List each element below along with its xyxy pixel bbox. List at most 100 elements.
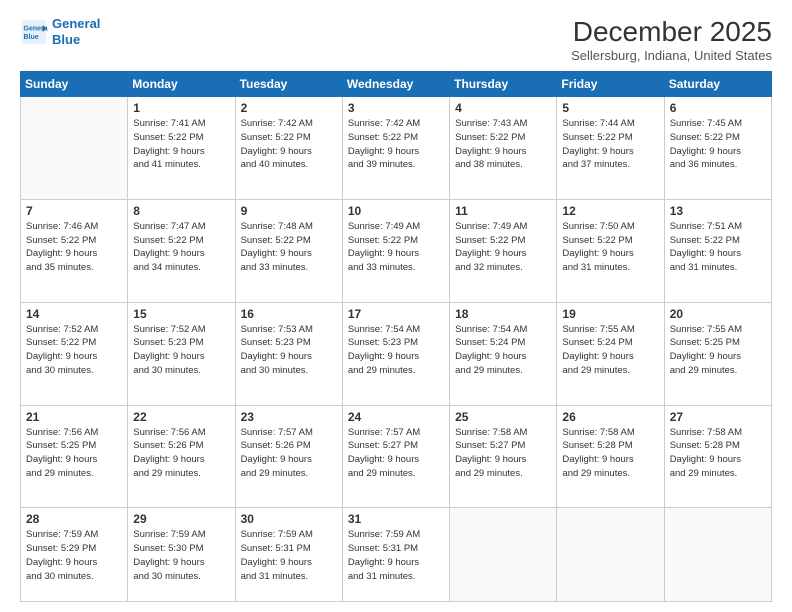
calendar-cell: 25 Sunrise: 7:58 AMSunset: 5:27 PMDayligh…: [450, 405, 557, 508]
column-header-wednesday: Wednesday: [342, 72, 449, 97]
day-number: 31: [348, 512, 444, 526]
calendar-cell: 31 Sunrise: 7:59 AMSunset: 5:31 PMDayligh…: [342, 508, 449, 602]
day-info: Sunrise: 7:44 AMSunset: 5:22 PMDaylight:…: [562, 117, 658, 172]
day-number: 20: [670, 307, 766, 321]
column-header-thursday: Thursday: [450, 72, 557, 97]
day-info: Sunrise: 7:59 AMSunset: 5:31 PMDaylight:…: [348, 528, 444, 583]
column-header-friday: Friday: [557, 72, 664, 97]
calendar-cell: 26 Sunrise: 7:58 AMSunset: 5:28 PMDayligh…: [557, 405, 664, 508]
calendar-cell: 30 Sunrise: 7:59 AMSunset: 5:31 PMDayligh…: [235, 508, 342, 602]
day-number: 13: [670, 204, 766, 218]
calendar-header-row: SundayMondayTuesdayWednesdayThursdayFrid…: [21, 72, 772, 97]
header: General Blue General Blue December 2025 …: [20, 16, 772, 63]
location: Sellersburg, Indiana, United States: [571, 48, 772, 63]
calendar-cell: 9 Sunrise: 7:48 AMSunset: 5:22 PMDaylight…: [235, 199, 342, 302]
week-row-1: 1Sunrise: 7:41 AMSunset: 5:22 PMDaylight…: [21, 97, 772, 200]
calendar-cell: 13 Sunrise: 7:51 AMSunset: 5:22 PMDayligh…: [664, 199, 771, 302]
day-info: Sunrise: 7:42 AMSunset: 5:22 PMDaylight:…: [241, 117, 337, 172]
day-number: 16: [241, 307, 337, 321]
day-number: 17: [348, 307, 444, 321]
week-row-5: 28Sunrise: 7:59 AMSunset: 5:29 PMDayligh…: [21, 508, 772, 602]
day-info: Sunrise: 7:46 AMSunset: 5:22 PMDaylight:…: [26, 220, 122, 275]
logo: General Blue General Blue: [20, 16, 100, 47]
day-info: Sunrise: 7:58 AMSunset: 5:28 PMDaylight:…: [670, 426, 766, 481]
day-info: Sunrise: 7:59 AMSunset: 5:31 PMDaylight:…: [241, 528, 337, 583]
day-info: Sunrise: 7:48 AMSunset: 5:22 PMDaylight:…: [241, 220, 337, 275]
svg-text:Blue: Blue: [24, 34, 39, 41]
day-info: Sunrise: 7:54 AMSunset: 5:23 PMDaylight:…: [348, 323, 444, 378]
day-info: Sunrise: 7:55 AMSunset: 5:24 PMDaylight:…: [562, 323, 658, 378]
day-info: Sunrise: 7:58 AMSunset: 5:28 PMDaylight:…: [562, 426, 658, 481]
week-row-3: 14 Sunrise: 7:52 AMSunset: 5:22 PMDayligh…: [21, 302, 772, 405]
day-info: Sunrise: 7:49 AMSunset: 5:22 PMDaylight:…: [348, 220, 444, 275]
logo-icon: General Blue: [20, 18, 48, 46]
day-number: 10: [348, 204, 444, 218]
calendar-cell: 20Sunrise: 7:55 AMSunset: 5:25 PMDayligh…: [664, 302, 771, 405]
calendar-cell: 4 Sunrise: 7:43 AMSunset: 5:22 PMDaylight…: [450, 97, 557, 200]
day-number: 8: [133, 204, 229, 218]
column-header-saturday: Saturday: [664, 72, 771, 97]
calendar-cell: 24Sunrise: 7:57 AMSunset: 5:27 PMDayligh…: [342, 405, 449, 508]
calendar-cell: [450, 508, 557, 602]
day-info: Sunrise: 7:52 AMSunset: 5:23 PMDaylight:…: [133, 323, 229, 378]
day-number: 6: [670, 101, 766, 115]
day-info: Sunrise: 7:57 AMSunset: 5:26 PMDaylight:…: [241, 426, 337, 481]
logo-line1: General: [52, 16, 100, 31]
calendar-cell: 17 Sunrise: 7:54 AMSunset: 5:23 PMDayligh…: [342, 302, 449, 405]
day-number: 29: [133, 512, 229, 526]
calendar-cell: 19 Sunrise: 7:55 AMSunset: 5:24 PMDayligh…: [557, 302, 664, 405]
day-info: Sunrise: 7:59 AMSunset: 5:30 PMDaylight:…: [133, 528, 229, 583]
day-number: 26: [562, 410, 658, 424]
day-number: 15: [133, 307, 229, 321]
calendar-cell: 10 Sunrise: 7:49 AMSunset: 5:22 PMDayligh…: [342, 199, 449, 302]
day-number: 11: [455, 204, 551, 218]
day-number: 30: [241, 512, 337, 526]
calendar-cell: 1Sunrise: 7:41 AMSunset: 5:22 PMDaylight…: [128, 97, 235, 200]
day-number: 2: [241, 101, 337, 115]
day-number: 5: [562, 101, 658, 115]
day-info: Sunrise: 7:42 AMSunset: 5:22 PMDaylight:…: [348, 117, 444, 172]
day-info: Sunrise: 7:52 AMSunset: 5:22 PMDaylight:…: [26, 323, 122, 378]
day-number: 28: [26, 512, 122, 526]
day-number: 19: [562, 307, 658, 321]
column-header-tuesday: Tuesday: [235, 72, 342, 97]
day-number: 4: [455, 101, 551, 115]
day-number: 27: [670, 410, 766, 424]
week-row-4: 21Sunrise: 7:56 AMSunset: 5:25 PMDayligh…: [21, 405, 772, 508]
day-info: Sunrise: 7:58 AMSunset: 5:27 PMDaylight:…: [455, 426, 551, 481]
column-header-sunday: Sunday: [21, 72, 128, 97]
day-info: Sunrise: 7:53 AMSunset: 5:23 PMDaylight:…: [241, 323, 337, 378]
day-number: 14: [26, 307, 122, 321]
calendar-cell: 16 Sunrise: 7:53 AMSunset: 5:23 PMDayligh…: [235, 302, 342, 405]
column-header-monday: Monday: [128, 72, 235, 97]
day-info: Sunrise: 7:56 AMSunset: 5:26 PMDaylight:…: [133, 426, 229, 481]
calendar-cell: [664, 508, 771, 602]
calendar-cell: 21Sunrise: 7:56 AMSunset: 5:25 PMDayligh…: [21, 405, 128, 508]
day-number: 21: [26, 410, 122, 424]
month-title: December 2025: [571, 16, 772, 48]
day-info: Sunrise: 7:50 AMSunset: 5:22 PMDaylight:…: [562, 220, 658, 275]
day-info: Sunrise: 7:51 AMSunset: 5:22 PMDaylight:…: [670, 220, 766, 275]
logo-line2: Blue: [52, 32, 80, 47]
day-number: 9: [241, 204, 337, 218]
calendar-table: SundayMondayTuesdayWednesdayThursdayFrid…: [20, 71, 772, 602]
calendar-cell: 22 Sunrise: 7:56 AMSunset: 5:26 PMDayligh…: [128, 405, 235, 508]
title-block: December 2025 Sellersburg, Indiana, Unit…: [571, 16, 772, 63]
day-info: Sunrise: 7:57 AMSunset: 5:27 PMDaylight:…: [348, 426, 444, 481]
calendar-cell: 6Sunrise: 7:45 AMSunset: 5:22 PMDaylight…: [664, 97, 771, 200]
calendar-cell: 2 Sunrise: 7:42 AMSunset: 5:22 PMDaylight…: [235, 97, 342, 200]
day-info: Sunrise: 7:49 AMSunset: 5:22 PMDaylight:…: [455, 220, 551, 275]
calendar-cell: 27 Sunrise: 7:58 AMSunset: 5:28 PMDayligh…: [664, 405, 771, 508]
day-number: 18: [455, 307, 551, 321]
day-info: Sunrise: 7:47 AMSunset: 5:22 PMDaylight:…: [133, 220, 229, 275]
calendar-cell: 12 Sunrise: 7:50 AMSunset: 5:22 PMDayligh…: [557, 199, 664, 302]
calendar-cell: 8 Sunrise: 7:47 AMSunset: 5:22 PMDaylight…: [128, 199, 235, 302]
calendar-cell: 14 Sunrise: 7:52 AMSunset: 5:22 PMDayligh…: [21, 302, 128, 405]
day-number: 12: [562, 204, 658, 218]
day-number: 25: [455, 410, 551, 424]
logo-text: General Blue: [52, 16, 100, 47]
day-number: 3: [348, 101, 444, 115]
day-number: 1: [133, 101, 229, 115]
day-info: Sunrise: 7:43 AMSunset: 5:22 PMDaylight:…: [455, 117, 551, 172]
day-number: 22: [133, 410, 229, 424]
